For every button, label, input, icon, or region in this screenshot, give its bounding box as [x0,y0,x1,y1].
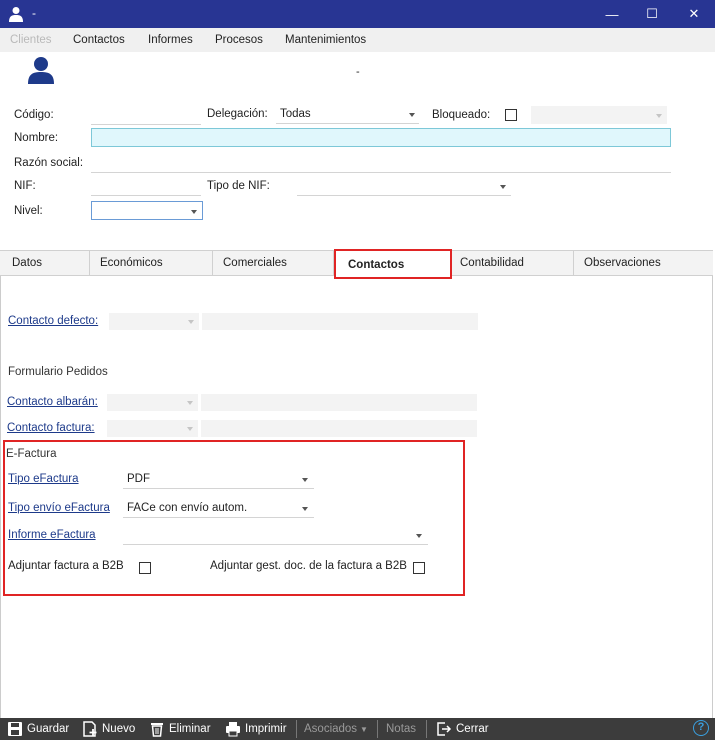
close-button[interactable]: ✕ [674,0,714,28]
chevron-down-icon[interactable] [656,114,662,118]
nivel-label: Nivel: [14,205,43,217]
razon-social-field[interactable] [91,172,671,173]
codigo-label: Código: [14,109,54,121]
chevron-down-icon[interactable] [188,320,194,324]
toolbar-separator [296,720,297,738]
delegacion-label: Delegación: [207,108,268,120]
bloqueado-label: Bloqueado: [432,109,491,121]
tab-contactos[interactable]: Contactos [334,249,452,279]
tipo-nif-label: Tipo de NIF: [207,180,270,192]
help-icon[interactable]: ? [693,720,709,736]
client-avatar-icon [28,57,54,84]
panel-border-right [712,276,713,718]
window-title: - [32,6,36,20]
chevron-down-icon[interactable] [187,427,193,431]
tipo-efactura-link[interactable]: Tipo eFactura [8,473,79,485]
chevron-down-icon[interactable] [409,113,415,117]
chevron-down-icon[interactable] [191,210,197,214]
contacto-defecto-link[interactable]: Contacto defecto: [8,315,98,327]
panel-border-left [0,276,1,718]
adjuntar-b2b-checkbox[interactable] [139,562,151,574]
bottom-toolbar: Guardar Nuevo Eliminar Imprimir Asociado… [0,718,715,740]
efactura-highlight-box [3,440,465,596]
imprimir-button[interactable]: Imprimir [245,723,287,735]
chevron-down-icon[interactable] [416,534,422,538]
contacto-factura-link[interactable]: Contacto factura: [7,422,95,434]
notas-button[interactable]: Notas [386,723,416,735]
efactura-heading: E-Factura [6,448,57,460]
menu-clientes[interactable]: Clientes [10,34,52,46]
contacto-albaran-select[interactable] [107,394,198,411]
chevron-down-icon[interactable] [302,507,308,511]
tipo-envio-efactura-value: FACe con envío autom. [127,502,248,514]
menu-contactos[interactable]: Contactos [73,34,125,46]
informe-efactura-link[interactable]: Informe eFactura [8,529,96,541]
nif-label: NIF: [14,180,36,192]
nivel-select[interactable] [91,201,203,220]
new-document-icon [83,721,97,737]
cerrar-button[interactable]: Cerrar [456,723,489,735]
nif-field[interactable] [91,195,201,196]
nuevo-button[interactable]: Nuevo [102,723,135,735]
tipo-envio-efactura-link[interactable]: Tipo envío eFactura [8,502,110,514]
tipo-envio-efactura-select[interactable] [123,517,314,518]
client-subtitle: - [356,66,360,78]
user-icon [9,7,23,22]
tab-comerciales[interactable]: Comerciales [213,251,334,276]
toolbar-separator [377,720,378,738]
contacto-albaran-link[interactable]: Contacto albarán: [7,396,98,408]
exit-icon [437,722,452,736]
tipo-efactura-select[interactable] [123,488,314,489]
bloqueado-motivo-select[interactable] [531,106,667,124]
tab-contabilidad[interactable]: Contabilidad [452,251,574,276]
contacto-factura-select[interactable] [107,420,198,437]
tab-economicos[interactable]: Económicos [90,251,213,276]
save-icon [8,722,22,736]
formulario-pedidos-heading: Formulario Pedidos [8,366,108,378]
contacto-defecto-select[interactable] [109,313,199,330]
contacto-defecto-name [202,313,478,330]
tipo-nif-select[interactable] [297,195,511,196]
guardar-button[interactable]: Guardar [27,723,69,735]
tab-bar: Datos Económicos Comerciales Contactos C… [0,249,713,279]
asociados-button[interactable]: Asociados [304,723,357,735]
tab-observaciones[interactable]: Observaciones [574,251,713,276]
tab-datos[interactable]: Datos [0,251,90,276]
minimize-button[interactable]: — [592,0,632,28]
toolbar-separator [426,720,427,738]
adjuntar-gest-doc-label: Adjuntar gest. doc. de la factura a B2B [210,560,407,572]
razon-social-label: Razón social: [14,157,84,169]
bloqueado-checkbox[interactable] [505,109,517,121]
eliminar-button[interactable]: Eliminar [169,723,211,735]
adjuntar-b2b-label: Adjuntar factura a B2B [8,560,124,572]
menu-bar: Clientes Contactos Informes Procesos Man… [0,28,715,52]
maximize-button[interactable]: ☐ [632,0,672,28]
chevron-down-icon[interactable] [500,185,506,189]
contacto-albaran-name [201,394,477,411]
tipo-efactura-value: PDF [127,473,150,485]
informe-efactura-select[interactable] [123,544,428,545]
menu-informes[interactable]: Informes [148,34,193,46]
title-bar: - — ☐ ✕ [0,0,715,28]
chevron-down-icon[interactable] [302,478,308,482]
codigo-field[interactable] [91,124,201,125]
contacto-factura-name [201,420,477,437]
nombre-input[interactable] [91,128,671,147]
chevron-down-icon: ▼ [360,725,368,734]
delegacion-select[interactable] [276,123,419,124]
adjuntar-gest-doc-checkbox[interactable] [413,562,425,574]
printer-icon [226,722,240,737]
nombre-label: Nombre: [14,132,59,144]
menu-procesos[interactable]: Procesos [215,34,263,46]
menu-mantenimientos[interactable]: Mantenimientos [285,34,366,46]
trash-icon [151,723,163,737]
delegacion-value: Todas [280,108,311,120]
chevron-down-icon[interactable] [187,401,193,405]
